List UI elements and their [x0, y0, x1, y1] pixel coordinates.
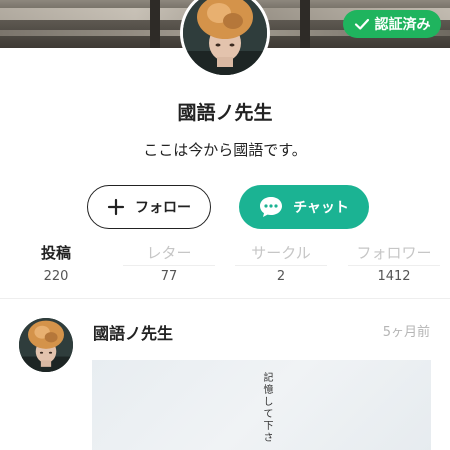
profile-stats: 投稿 220 レター 77 サークル 2 フォロワー 1412	[0, 243, 450, 287]
post-author-avatar[interactable]	[19, 318, 73, 372]
check-icon	[354, 18, 369, 30]
post-image[interactable]: 記憶して下さ	[92, 360, 431, 450]
stat-count: 77	[160, 269, 178, 284]
profile-avatar[interactable]	[180, 0, 270, 78]
chat-button[interactable]: チャット	[239, 185, 369, 229]
follow-button[interactable]: フォロー	[87, 185, 211, 229]
follow-label: フォロー	[135, 200, 191, 216]
profile-name: 國語ノ先生	[177, 102, 273, 124]
plus-icon	[107, 198, 125, 216]
chat-bubble-icon	[260, 197, 283, 217]
stat-posts[interactable]: 投稿 220	[0, 243, 112, 287]
verified-badge: 認証済み	[343, 10, 441, 38]
stat-circles[interactable]: サークル 2	[225, 243, 337, 287]
stat-label: 投稿	[40, 244, 71, 262]
verified-label: 認証済み	[374, 17, 431, 33]
stat-label: サークル	[251, 244, 311, 262]
section-divider	[0, 298, 450, 299]
stat-count: 2	[276, 269, 286, 284]
profile-bio: ここは今から國語です。	[143, 141, 307, 159]
stat-followers[interactable]: フォロワー 1412	[338, 243, 450, 287]
stat-count: 220	[43, 269, 69, 284]
post-image-text: 記憶して下さ	[261, 372, 272, 444]
stat-label: フォロワー	[356, 244, 432, 262]
stat-letters[interactable]: レター 77	[113, 243, 225, 287]
post-author-name[interactable]: 國語ノ先生	[93, 320, 173, 344]
stat-count: 1412	[377, 269, 411, 284]
chat-label: チャット	[293, 200, 349, 216]
post-timestamp: 5ヶ月前	[382, 325, 430, 340]
stat-label: レター	[146, 244, 192, 262]
